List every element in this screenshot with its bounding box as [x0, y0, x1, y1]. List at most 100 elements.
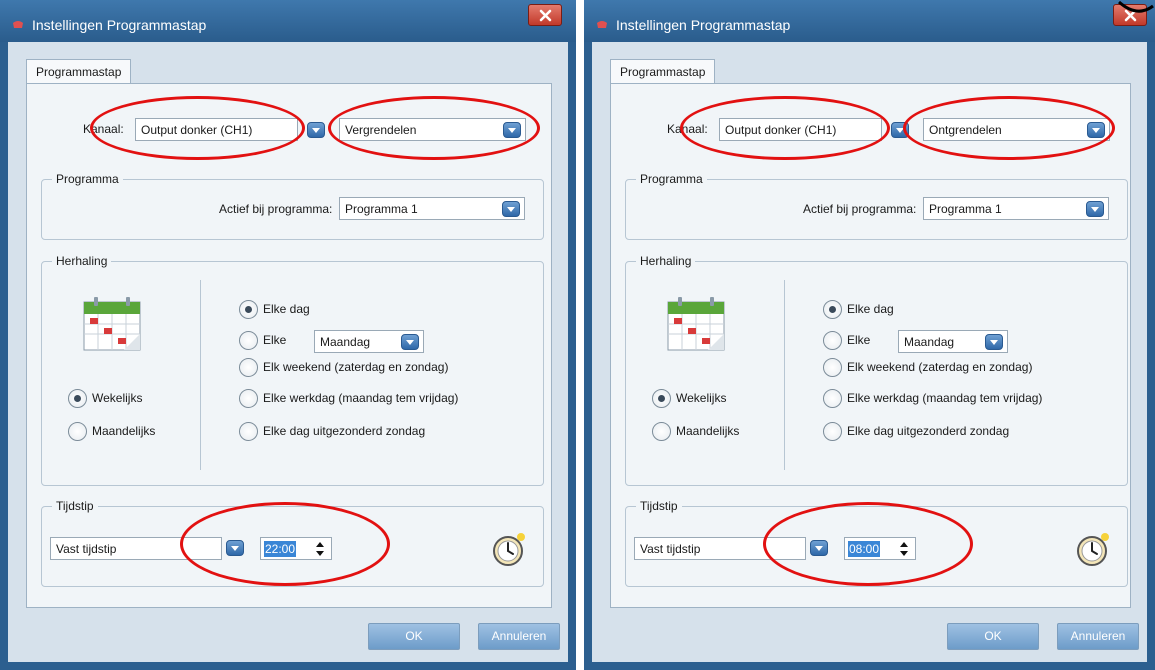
tab-programmastap[interactable]: Programmastap — [26, 59, 132, 84]
spinner-icon[interactable] — [899, 541, 909, 557]
tijdstip-type-select[interactable]: Vast tijdstip — [50, 537, 222, 560]
app-icon — [12, 19, 24, 29]
actie-select[interactable]: Ontgrendelen — [923, 118, 1110, 141]
calendar-icon — [664, 294, 728, 355]
actief-label: Actief bij programma: — [219, 202, 333, 216]
weekday-value: Maandag — [320, 335, 371, 349]
ok-button[interactable]: OK — [947, 623, 1039, 650]
radio-label: Elke dag — [847, 302, 894, 316]
time-input[interactable]: 22:00 — [260, 537, 332, 560]
calendar-icon — [80, 294, 144, 355]
dialog-title: Instellingen Programmastap — [32, 17, 207, 33]
radio-label: Elk weekend (zaterdag en zondag) — [847, 360, 1033, 374]
herhaling-legend: Herhaling — [636, 254, 696, 268]
radio-button — [823, 422, 842, 441]
radio-button — [239, 358, 258, 377]
time-input[interactable]: 08:00 — [844, 537, 916, 560]
radio-button — [823, 389, 842, 408]
radio-button — [68, 422, 87, 441]
time-value: 22:00 — [264, 541, 297, 557]
chevron-down-icon — [985, 334, 1003, 350]
tijdstip-type-value: Vast tijdstip — [56, 542, 117, 556]
spinner-icon[interactable] — [315, 541, 325, 557]
cancel-button[interactable]: Annuleren — [1057, 623, 1139, 650]
divider — [200, 280, 201, 470]
radio-label: Elk weekend (zaterdag en zondag) — [263, 360, 449, 374]
dialog-title: Instellingen Programmastap — [616, 17, 791, 33]
time-value: 08:00 — [848, 541, 881, 557]
annotation-arrow-icon — [1118, 0, 1154, 13]
radio-button — [239, 422, 258, 441]
dialog-client: Programmastap Kanaal: Output donker (CH1… — [592, 42, 1147, 662]
radio-button — [652, 389, 671, 408]
herhaling-group: Herhaling Wekelijks Maandelijks Elke dag… — [41, 254, 544, 486]
kanaal-select[interactable]: Output donker (CH1) — [135, 118, 298, 141]
close-button[interactable] — [528, 4, 562, 26]
cancel-button[interactable]: Annuleren — [478, 623, 560, 650]
programma-select[interactable]: Programma 1 — [339, 197, 525, 220]
ok-button[interactable]: OK — [368, 623, 460, 650]
radio-button — [823, 300, 842, 319]
chevron-down-icon — [1086, 201, 1104, 217]
herhaling-group: Herhaling Wekelijks Maandelijks Elke dag… — [625, 254, 1128, 486]
tab-panel: Kanaal: Output donker (CH1) Vergrendelen… — [26, 83, 552, 608]
dialog-client: Programmastap Kanaal: Output donker (CH1… — [8, 42, 568, 662]
radio-label: Elke dag uitgezonderd zondag — [263, 424, 426, 438]
actie-value: Vergrendelen — [345, 123, 417, 137]
programma-select[interactable]: Programma 1 — [923, 197, 1109, 220]
chevron-down-icon — [503, 122, 521, 138]
kanaal-select[interactable]: Output donker (CH1) — [719, 118, 882, 141]
tijdstip-group: Tijdstip Vast tijdstip 08:00 — [625, 499, 1128, 587]
tijdstip-legend: Tijdstip — [636, 499, 682, 513]
radio-label: Elke werkdag (maandag tem vrijdag) — [847, 391, 1043, 405]
radio-label: Wekelijks — [92, 391, 143, 405]
close-icon — [539, 9, 552, 22]
radio-button — [652, 422, 671, 441]
herhaling-legend: Herhaling — [52, 254, 112, 268]
tijdstip-legend: Tijdstip — [52, 499, 98, 513]
radio-button — [823, 358, 842, 377]
clock-icon[interactable] — [492, 531, 528, 570]
radio-label: Maandelijks — [92, 424, 156, 438]
image-separator — [576, 0, 584, 670]
tijdstip-type-select[interactable]: Vast tijdstip — [634, 537, 806, 560]
chevron-down-icon — [1087, 122, 1105, 138]
title-bar[interactable]: Instellingen Programmastap — [0, 0, 576, 42]
clock-icon[interactable] — [1076, 531, 1112, 570]
radio-label: Maandelijks — [676, 424, 740, 438]
programma-group: Programma Actief bij programma: Programm… — [625, 172, 1128, 240]
kanaal-label: Kanaal: — [667, 122, 708, 136]
radio-button — [68, 389, 87, 408]
tijdstip-type-value: Vast tijdstip — [640, 542, 701, 556]
kanaal-label: Kanaal: — [83, 122, 124, 136]
radio-label: Elke dag uitgezonderd zondag — [847, 424, 1010, 438]
programma-value: Programma 1 — [929, 202, 1002, 216]
weekday-value: Maandag — [904, 335, 955, 349]
kanaal-value: Output donker (CH1) — [141, 123, 253, 137]
radio-button — [239, 331, 258, 350]
divider — [784, 280, 785, 470]
radio-label: Elke werkdag (maandag tem vrijdag) — [263, 391, 459, 405]
kanaal-dropdown-icon[interactable] — [307, 122, 325, 138]
actie-select[interactable]: Vergrendelen — [339, 118, 526, 141]
weekday-select[interactable]: Maandag — [898, 330, 1008, 353]
programma-legend: Programma — [52, 172, 123, 186]
actie-value: Ontgrendelen — [929, 123, 1002, 137]
settings-dialog-right: Instellingen Programmastap Programmastap… — [584, 0, 1155, 670]
radio-button — [823, 331, 842, 350]
radio-button — [239, 389, 258, 408]
tab-programmastap[interactable]: Programmastap — [610, 59, 716, 84]
title-bar[interactable]: Instellingen Programmastap — [584, 0, 1155, 42]
radio-button — [239, 300, 258, 319]
tijdstip-group: Tijdstip Vast tijdstip 22:00 — [41, 499, 544, 587]
programma-legend: Programma — [636, 172, 707, 186]
kanaal-value: Output donker (CH1) — [725, 123, 837, 137]
tijdstip-dropdown-icon[interactable] — [810, 540, 828, 556]
weekday-select[interactable]: Maandag — [314, 330, 424, 353]
tab-panel: Kanaal: Output donker (CH1) Ontgrendelen… — [610, 83, 1131, 608]
app-icon — [596, 19, 608, 29]
tijdstip-dropdown-icon[interactable] — [226, 540, 244, 556]
settings-dialog-left: Instellingen Programmastap Programmastap… — [0, 0, 576, 670]
actief-label: Actief bij programma: — [803, 202, 917, 216]
kanaal-dropdown-icon[interactable] — [891, 122, 909, 138]
